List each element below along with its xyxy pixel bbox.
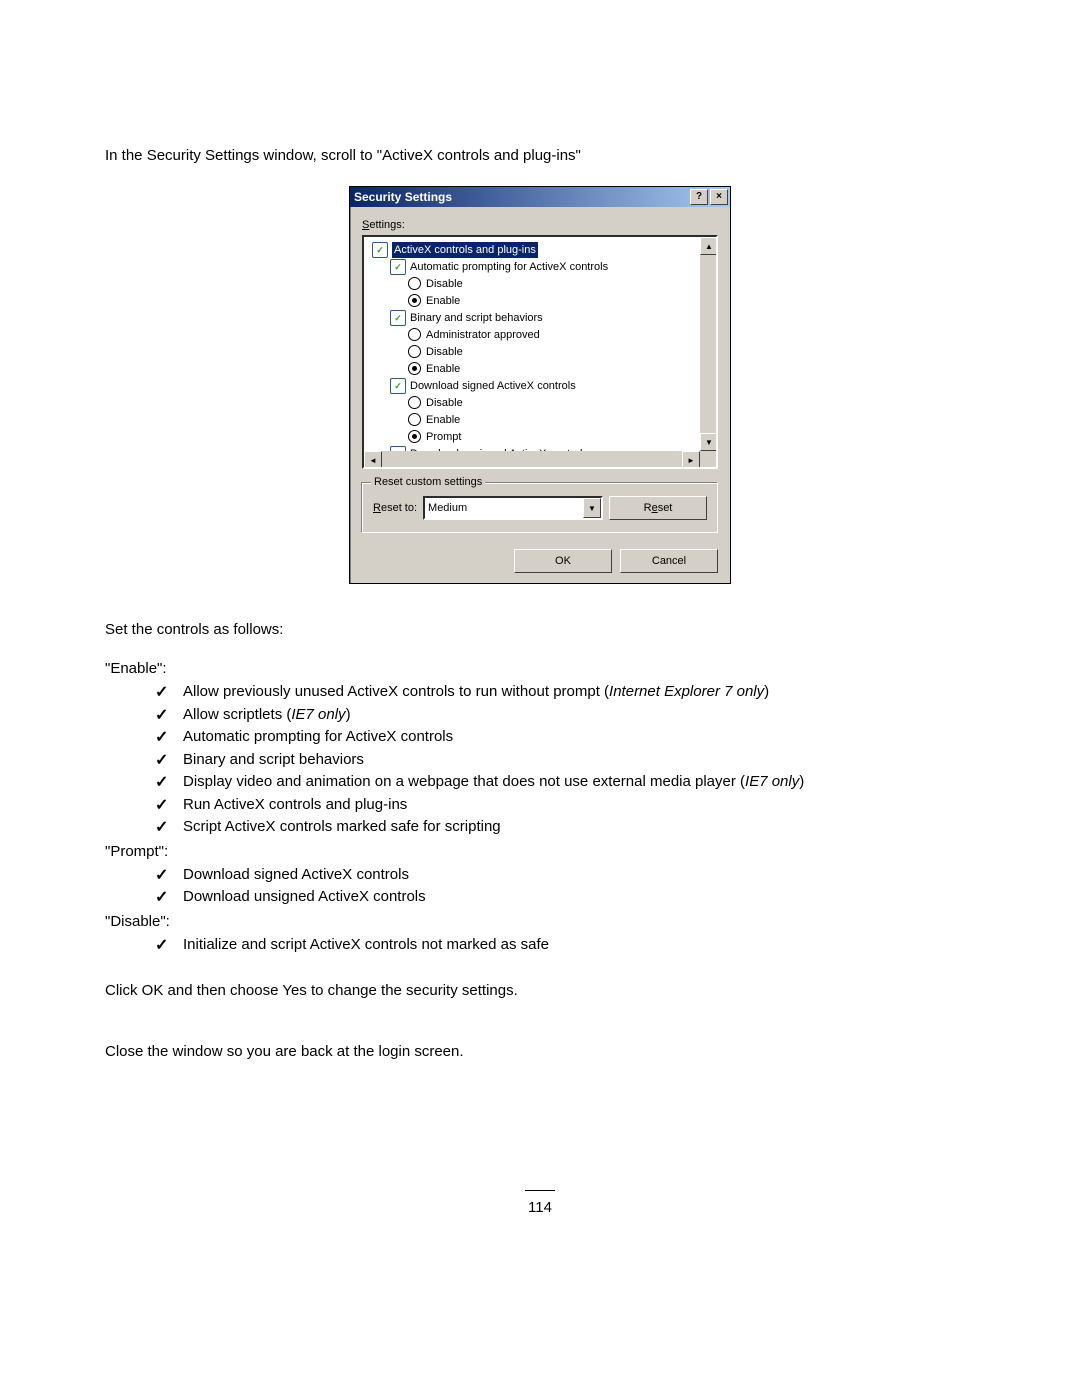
set-controls-text: Set the controls as follows: <box>105 619 975 640</box>
list-item: Initialize and script ActiveX controls n… <box>155 934 975 957</box>
settings-label: Settings: <box>362 219 718 231</box>
combo-value: Medium <box>428 502 467 514</box>
settings-tree[interactable]: ActiveX controls and plug-ins Automatic … <box>362 235 718 469</box>
radio-icon <box>408 396 421 409</box>
help-button[interactable]: ? <box>690 189 708 205</box>
dialog-title: Security Settings <box>354 190 688 204</box>
reset-to-combobox[interactable]: Medium ▼ <box>423 496 603 520</box>
tree-label: Binary and script behaviors <box>410 310 543 326</box>
list-item: Display video and animation on a webpage… <box>155 771 975 794</box>
scroll-right-button[interactable]: ► <box>682 451 700 469</box>
radio-icon <box>408 328 421 341</box>
prompt-list: Download signed ActiveX controls Downloa… <box>105 864 975 909</box>
security-settings-dialog: Security Settings ? × Settings: ActiveX … <box>349 186 731 584</box>
fieldset-legend: Reset custom settings <box>371 476 485 488</box>
reset-button[interactable]: Reset <box>609 496 707 520</box>
radio-icon <box>408 345 421 358</box>
list-item: Download signed ActiveX controls <box>155 864 975 887</box>
enable-heading: "Enable": <box>105 660 975 677</box>
click-ok-text: Click OK and then choose Yes to change t… <box>105 980 975 1001</box>
close-window-text: Close the window so you are back at the … <box>105 1041 975 1062</box>
list-item: Download unsigned ActiveX controls <box>155 886 975 909</box>
page-number: 114 <box>528 1199 552 1216</box>
tree-category[interactable]: ActiveX controls and plug-ins <box>372 241 714 258</box>
scroll-down-button[interactable]: ▼ <box>700 433 718 451</box>
cancel-button[interactable]: Cancel <box>620 549 718 573</box>
list-item: Binary and script behaviors <box>155 749 975 772</box>
page-footer: 114 <box>105 1182 975 1216</box>
tree-label: Automatic prompting for ActiveX controls <box>410 259 608 275</box>
radio-option[interactable]: Disable <box>372 343 714 360</box>
radio-option[interactable]: Prompt <box>372 428 714 445</box>
list-item: Allow scriptlets (IE7 only) <box>155 704 975 727</box>
radio-icon <box>408 430 421 443</box>
list-item: Script ActiveX controls marked safe for … <box>155 816 975 839</box>
gear-icon <box>390 310 406 326</box>
radio-option[interactable]: Administrator approved <box>372 326 714 343</box>
gear-icon <box>372 242 388 258</box>
radio-icon <box>408 277 421 290</box>
dialog-titlebar: Security Settings ? × <box>350 187 730 207</box>
list-item: Automatic prompting for ActiveX controls <box>155 726 975 749</box>
tree-root-label: ActiveX controls and plug-ins <box>392 242 538 258</box>
radio-option[interactable]: Enable <box>372 411 714 428</box>
chevron-down-icon[interactable]: ▼ <box>583 498 601 518</box>
ok-button[interactable]: OK <box>514 549 612 573</box>
radio-icon <box>408 413 421 426</box>
list-item: Allow previously unused ActiveX controls… <box>155 681 975 704</box>
prompt-heading: "Prompt": <box>105 843 975 860</box>
disable-list: Initialize and script ActiveX controls n… <box>105 934 975 957</box>
gear-icon <box>390 259 406 275</box>
gear-icon <box>390 378 406 394</box>
radio-option[interactable]: Enable <box>372 360 714 377</box>
intro-text: In the Security Settings window, scroll … <box>105 145 975 166</box>
close-button[interactable]: × <box>710 189 728 205</box>
tree-category[interactable]: Automatic prompting for ActiveX controls <box>372 258 714 275</box>
tree-category[interactable]: Binary and script behaviors <box>372 309 714 326</box>
reset-fieldset: Reset custom settings Reset to: Medium ▼… <box>362 483 718 533</box>
disable-heading: "Disable": <box>105 913 975 930</box>
vertical-scrollbar[interactable]: ▲ ▼ <box>700 237 716 451</box>
radio-icon <box>408 362 421 375</box>
radio-option[interactable]: Disable <box>372 394 714 411</box>
tree-label: Download signed ActiveX controls <box>410 378 576 394</box>
radio-option[interactable]: Enable <box>372 292 714 309</box>
scroll-left-button[interactable]: ◄ <box>364 451 382 469</box>
reset-to-label: Reset to: <box>373 502 417 514</box>
horizontal-scrollbar[interactable]: ◄ ► <box>364 451 716 467</box>
radio-option[interactable]: Disable <box>372 275 714 292</box>
list-item: Run ActiveX controls and plug-ins <box>155 794 975 817</box>
scroll-up-button[interactable]: ▲ <box>700 237 718 255</box>
tree-category[interactable]: Download signed ActiveX controls <box>372 377 714 394</box>
radio-icon <box>408 294 421 307</box>
enable-list: Allow previously unused ActiveX controls… <box>105 681 975 839</box>
